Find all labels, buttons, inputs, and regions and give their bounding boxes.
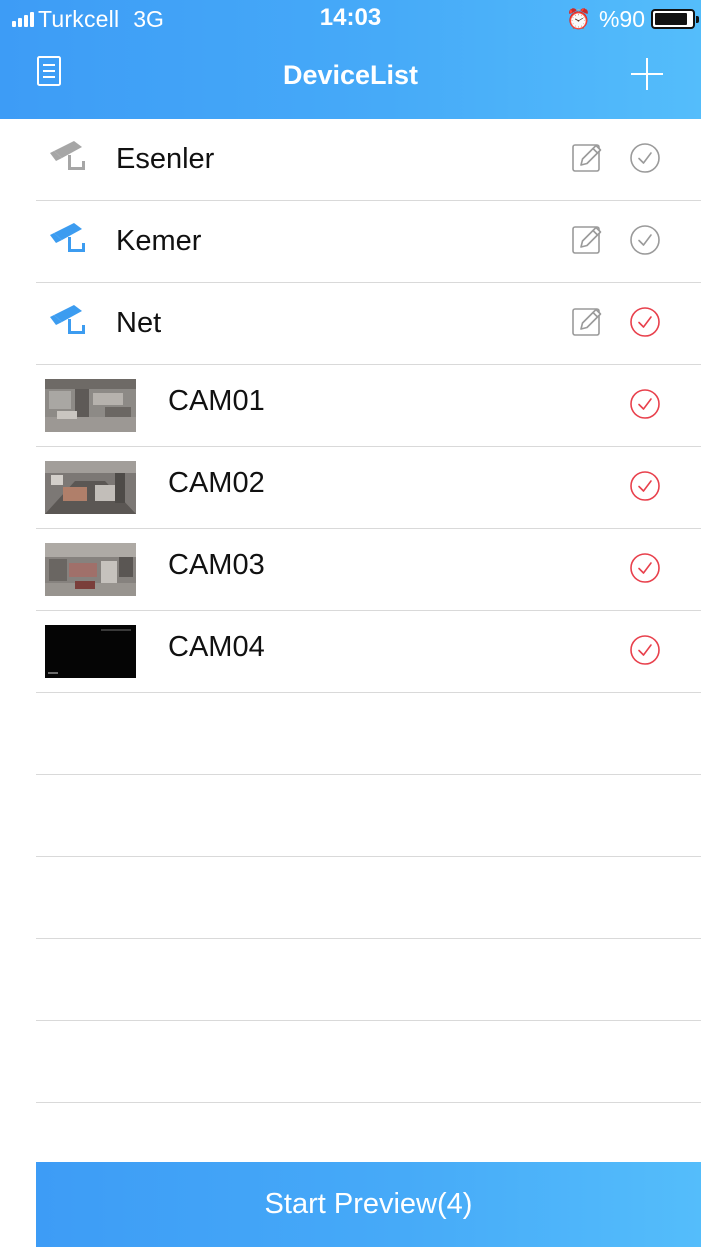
camera-thumbnail: [45, 461, 136, 514]
start-preview-button[interactable]: Start Preview(4): [36, 1162, 701, 1247]
channel-name: CAM02: [168, 467, 265, 499]
empty-row: [0, 693, 701, 775]
battery-icon: [651, 9, 699, 29]
edit-icon[interactable]: [570, 304, 606, 340]
page-title: DeviceList: [282, 60, 419, 90]
checkmark-circle-icon[interactable]: [628, 551, 662, 585]
channel-name: CAM04: [168, 631, 265, 663]
checkmark-circle-icon[interactable]: [628, 469, 662, 503]
alarm-icon: ⏰: [566, 8, 591, 31]
app-header: Turkcell 3G 14:03 ⏰ %90 DeviceList: [0, 0, 701, 119]
empty-row: [0, 1021, 701, 1103]
edit-icon[interactable]: [570, 222, 606, 258]
channel-name: CAM03: [168, 549, 265, 581]
empty-row: [0, 775, 701, 857]
edit-icon[interactable]: [570, 140, 606, 176]
device-name: Esenler: [116, 143, 215, 175]
channel-name: CAM01: [168, 385, 265, 417]
camera-thumbnail: [45, 379, 136, 432]
cctv-camera-icon: [50, 305, 85, 334]
plus-icon[interactable]: [625, 52, 669, 96]
checkmark-circle-icon[interactable]: [628, 305, 662, 339]
nav-bar: DeviceList: [0, 38, 701, 119]
device-list: Esenler Kemer Net CAM01 CAM02 CAM03 CAM0…: [0, 119, 701, 1103]
device-name: Net: [116, 307, 162, 339]
cctv-camera-icon: [50, 223, 85, 252]
status-bar: Turkcell 3G 14:03 ⏰ %90: [0, 0, 701, 38]
device-row-net[interactable]: Net: [0, 283, 701, 365]
device-row-esenler[interactable]: Esenler: [0, 119, 701, 201]
channel-row-cam01[interactable]: CAM01: [0, 365, 701, 447]
empty-row: [0, 857, 701, 939]
empty-row: [0, 939, 701, 1021]
cctv-camera-icon: [50, 141, 85, 170]
checkmark-circle-icon[interactable]: [628, 633, 662, 667]
checkmark-circle-icon[interactable]: [628, 141, 662, 175]
camera-thumbnail: [45, 625, 136, 678]
device-name: Kemer: [116, 225, 202, 257]
device-row-kemer[interactable]: Kemer: [0, 201, 701, 283]
camera-thumbnail: [45, 543, 136, 596]
channel-row-cam03[interactable]: CAM03: [0, 529, 701, 611]
checkmark-circle-icon[interactable]: [628, 223, 662, 257]
checkmark-circle-icon[interactable]: [628, 387, 662, 421]
status-right: ⏰ %90: [566, 5, 699, 32]
channel-row-cam02[interactable]: CAM02: [0, 447, 701, 529]
battery-percentage: %90: [598, 5, 645, 32]
channel-row-cam04[interactable]: CAM04: [0, 611, 701, 693]
